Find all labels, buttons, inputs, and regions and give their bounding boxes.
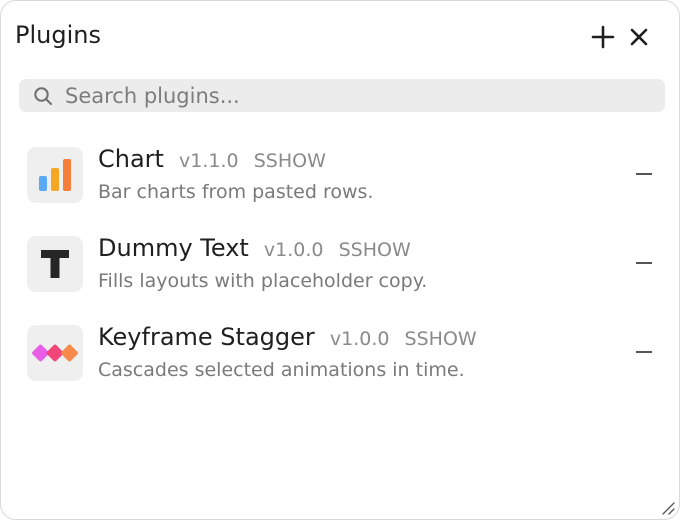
search-icon	[34, 87, 52, 105]
plugin-version: v1.1.0	[179, 150, 239, 172]
close-panel-button[interactable]	[625, 23, 653, 51]
plugin-author: SSHOW	[253, 150, 326, 172]
text-t-icon	[41, 250, 69, 278]
plugin-icon-tile	[27, 147, 83, 203]
list-item[interactable]: Chart v1.1.0 SSHOW Bar charts from paste…	[1, 135, 680, 215]
plugin-description: Bar charts from pasted rows.	[98, 181, 374, 203]
plus-icon	[591, 25, 615, 49]
plugin-title-row: Chart v1.1.0 SSHOW	[98, 145, 326, 173]
resize-grip-icon[interactable]	[659, 499, 675, 515]
remove-plugin-button[interactable]	[633, 252, 655, 274]
plugin-name: Keyframe Stagger	[98, 323, 315, 351]
plugin-icon-tile	[27, 236, 83, 292]
plugin-author: SSHOW	[338, 239, 411, 261]
plugins-panel: Plugins Search plugins... Chart v1.1.0 S…	[0, 0, 680, 520]
plugin-name: Chart	[98, 145, 164, 173]
search-bar	[19, 79, 665, 112]
plugin-version: v1.0.0	[263, 239, 324, 261]
close-icon	[630, 28, 648, 46]
plugin-description: Fills layouts with placeholder copy.	[98, 270, 428, 292]
bar-chart-icon	[39, 159, 71, 191]
plugin-version: v1.0.0	[329, 328, 390, 350]
list-item[interactable]: Keyframe Stagger v1.0.0 SSHOW Cascades s…	[1, 313, 680, 393]
remove-plugin-button[interactable]	[633, 163, 655, 185]
plugin-description: Cascades selected animations in time.	[98, 359, 465, 381]
minus-icon	[636, 173, 652, 175]
search-input[interactable]	[65, 79, 645, 112]
list-item[interactable]: Dummy Text v1.0.0 SSHOW Fills layouts wi…	[1, 224, 680, 304]
plugin-title-row: Keyframe Stagger v1.0.0 SSHOW	[98, 323, 477, 351]
minus-icon	[636, 262, 652, 264]
minus-icon	[636, 351, 652, 353]
keyframes-icon	[32, 344, 78, 362]
panel-title: Plugins	[15, 21, 101, 49]
remove-plugin-button[interactable]	[633, 341, 655, 363]
add-plugin-button[interactable]	[589, 23, 617, 51]
plugin-title-row: Dummy Text v1.0.0 SSHOW	[98, 234, 411, 262]
plugin-author: SSHOW	[404, 328, 477, 350]
plugin-name: Dummy Text	[98, 234, 249, 262]
plugin-icon-tile	[27, 325, 83, 381]
panel-header: Plugins	[15, 19, 661, 55]
